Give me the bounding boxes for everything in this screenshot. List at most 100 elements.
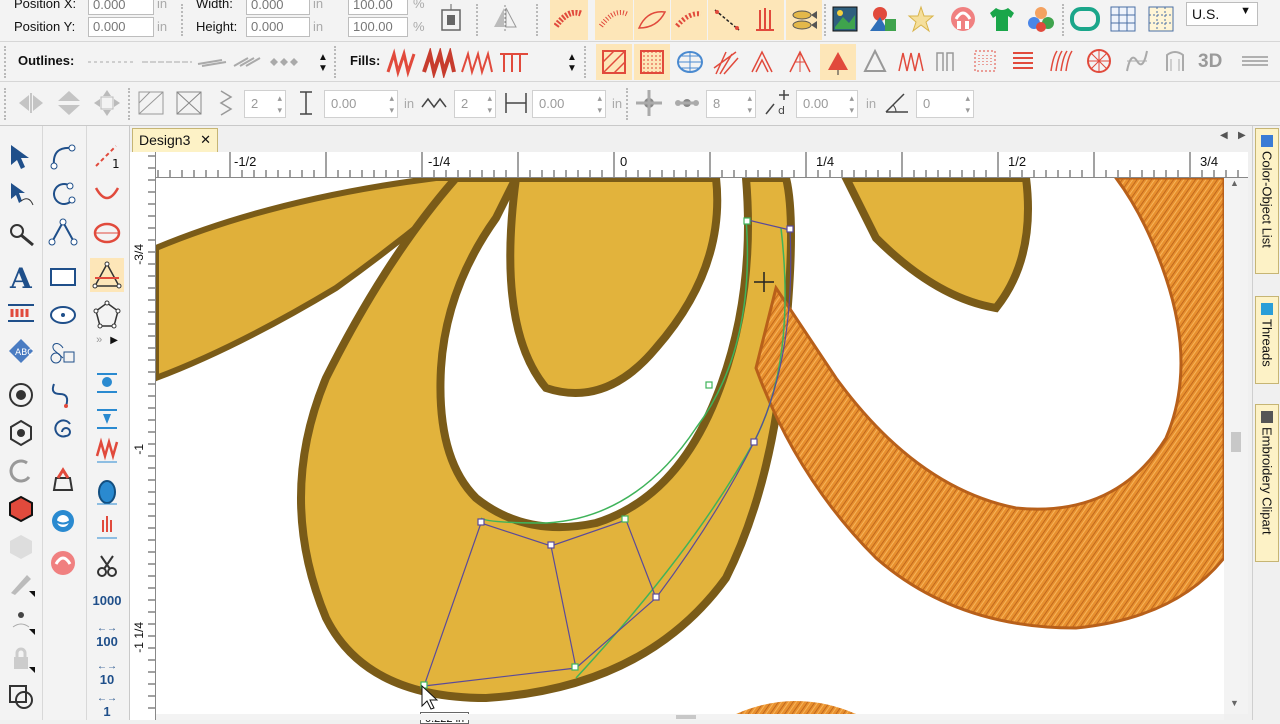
rotate-icon[interactable] [90, 86, 124, 120]
dock-tab-embroidery-clipart[interactable]: Embroidery Clipart [1255, 404, 1279, 562]
stitch-count-1-button[interactable]: ←→ 1 [88, 692, 126, 720]
width-spacing-spinner[interactable]: 0.00 [532, 90, 606, 118]
flip-vertical-icon[interactable] [52, 86, 86, 120]
spiral-fill-icon[interactable] [744, 44, 780, 80]
emboss-fill-icon[interactable] [1158, 44, 1192, 78]
badge-icon[interactable]: ABC [4, 334, 38, 368]
measure-icon[interactable]: 1 [90, 140, 124, 174]
fur-fill-icon[interactable] [1044, 44, 1078, 78]
lock-proportions-icon[interactable] [434, 2, 468, 36]
spacing-icon[interactable] [292, 86, 320, 120]
dock-tab-color-object-list[interactable]: Color-Object List [1255, 128, 1279, 274]
ruler-grid-icon[interactable] [1144, 2, 1178, 36]
polygon-edit-icon[interactable] [90, 298, 124, 332]
stretch-icon[interactable] [210, 86, 244, 120]
close-icon[interactable]: ✕ [200, 132, 211, 148]
stop-point-icon[interactable] [4, 416, 38, 450]
pattern-fill-icon[interactable] [634, 44, 670, 80]
outline-gallery-dropdown-icon[interactable]: ▲ ▼ [318, 52, 328, 74]
heart-design-icon[interactable] [946, 2, 980, 36]
outline-styles-gallery[interactable] [86, 50, 316, 74]
arc-icon[interactable] [90, 178, 124, 212]
spiral-path-icon[interactable] [46, 416, 80, 450]
toolbar-grip[interactable] [181, 4, 185, 36]
dock-tab-threads[interactable]: Threads [1255, 296, 1279, 384]
wave-fill-icon[interactable] [894, 44, 928, 78]
shift-icon[interactable]: d [760, 86, 794, 120]
knife-icon[interactable] [4, 566, 38, 600]
shirt-icon[interactable] [985, 2, 1019, 36]
offset-icon[interactable] [418, 86, 452, 120]
toolbar-grip[interactable] [4, 88, 8, 120]
polyline-icon[interactable] [46, 216, 80, 250]
stitch-angle-icon[interactable] [90, 366, 124, 400]
select-arrow-icon[interactable] [4, 140, 38, 174]
cross-fill-icon[interactable] [596, 44, 632, 80]
reshape-icon[interactable] [4, 178, 38, 212]
toolbar-grip[interactable] [1062, 4, 1066, 36]
distribute-icon[interactable] [670, 86, 704, 120]
text-tool-icon[interactable]: A [4, 260, 38, 294]
envelope-icon[interactable] [172, 86, 206, 120]
units-select[interactable]: U.S. ▼ [1186, 2, 1258, 26]
stitch-count-100-button[interactable]: ←→ 100 [88, 618, 126, 654]
scroll-thumb[interactable] [1231, 432, 1241, 452]
dotted-fill-icon[interactable] [968, 44, 1002, 78]
density-icon[interactable] [90, 434, 124, 468]
shape-combine-icon[interactable] [4, 680, 38, 714]
position-y-field[interactable]: 0.000 [88, 17, 154, 37]
bezier-icon[interactable] [46, 140, 80, 174]
steer-icon[interactable] [4, 454, 38, 488]
grid-icon[interactable] [1106, 2, 1140, 36]
pull-compensation-icon[interactable] [90, 476, 124, 510]
document-tab[interactable]: Design3 ✕ [132, 128, 218, 152]
flip-horizontal-icon[interactable] [14, 86, 48, 120]
path-curve-icon[interactable] [46, 378, 80, 412]
heart-shapes-icon[interactable] [46, 334, 80, 368]
lines-fill-icon[interactable] [1006, 44, 1040, 78]
motif-fish-icon[interactable] [786, 0, 822, 40]
candlewick-icon[interactable] [746, 0, 784, 40]
star-icon[interactable] [904, 2, 938, 36]
scale-width-field[interactable]: 100.00 [348, 0, 408, 15]
angle-spinner[interactable]: 0 [916, 90, 974, 118]
star-fill-icon[interactable] [782, 44, 818, 80]
texture-fill-icon[interactable] [1120, 44, 1154, 78]
more-fills-icon[interactable] [1238, 44, 1272, 78]
toolbar-grip[interactable] [536, 4, 540, 36]
skew-icon[interactable] [134, 86, 168, 120]
shift-spinner[interactable]: 0.00 [796, 90, 858, 118]
palette-icon[interactable] [1024, 2, 1058, 36]
add-nodes-icon[interactable] [632, 86, 666, 120]
picture-icon[interactable] [828, 2, 862, 36]
ellipse-icon[interactable] [46, 298, 80, 332]
toolbar-grip[interactable] [584, 46, 588, 78]
scissors-icon[interactable] [90, 550, 124, 584]
hexagon-outline-icon[interactable] [4, 530, 38, 564]
horizontal-scrollbar[interactable] [156, 714, 1224, 720]
satin-outline-icon[interactable] [550, 0, 588, 40]
fill-bucket-icon[interactable] [46, 462, 80, 496]
node-count-spinner[interactable]: 8 [706, 90, 756, 118]
embroidery-artwork[interactable] [156, 178, 1224, 714]
tab-scroll-left-icon[interactable]: ◀ [1220, 130, 1228, 141]
width-spacing-icon[interactable] [500, 86, 532, 120]
vertical-scrollbar[interactable]: ▲ ▼ [1224, 178, 1248, 714]
trapunto-icon[interactable] [858, 44, 892, 78]
target-icon[interactable] [4, 378, 38, 412]
circle-fill-icon[interactable] [1082, 44, 1116, 78]
spacing-spinner[interactable]: 0.00 [324, 90, 398, 118]
toolbar-grip[interactable] [128, 88, 132, 120]
hoop-icon[interactable] [1068, 2, 1102, 36]
design-wizard-icon[interactable] [46, 546, 80, 580]
crop-icon[interactable] [4, 216, 38, 250]
stitch-count-10-button[interactable]: ←→ 10 [88, 656, 126, 692]
angle-icon[interactable] [880, 86, 914, 120]
point-tool-icon[interactable] [4, 604, 38, 638]
monogram-icon[interactable] [4, 296, 38, 330]
zigzag-outline-icon[interactable] [671, 0, 707, 40]
freehand-icon[interactable] [46, 178, 80, 212]
column-fill-icon[interactable] [930, 44, 964, 78]
underlay-icon[interactable] [90, 402, 124, 436]
trim-icon[interactable] [90, 512, 124, 546]
